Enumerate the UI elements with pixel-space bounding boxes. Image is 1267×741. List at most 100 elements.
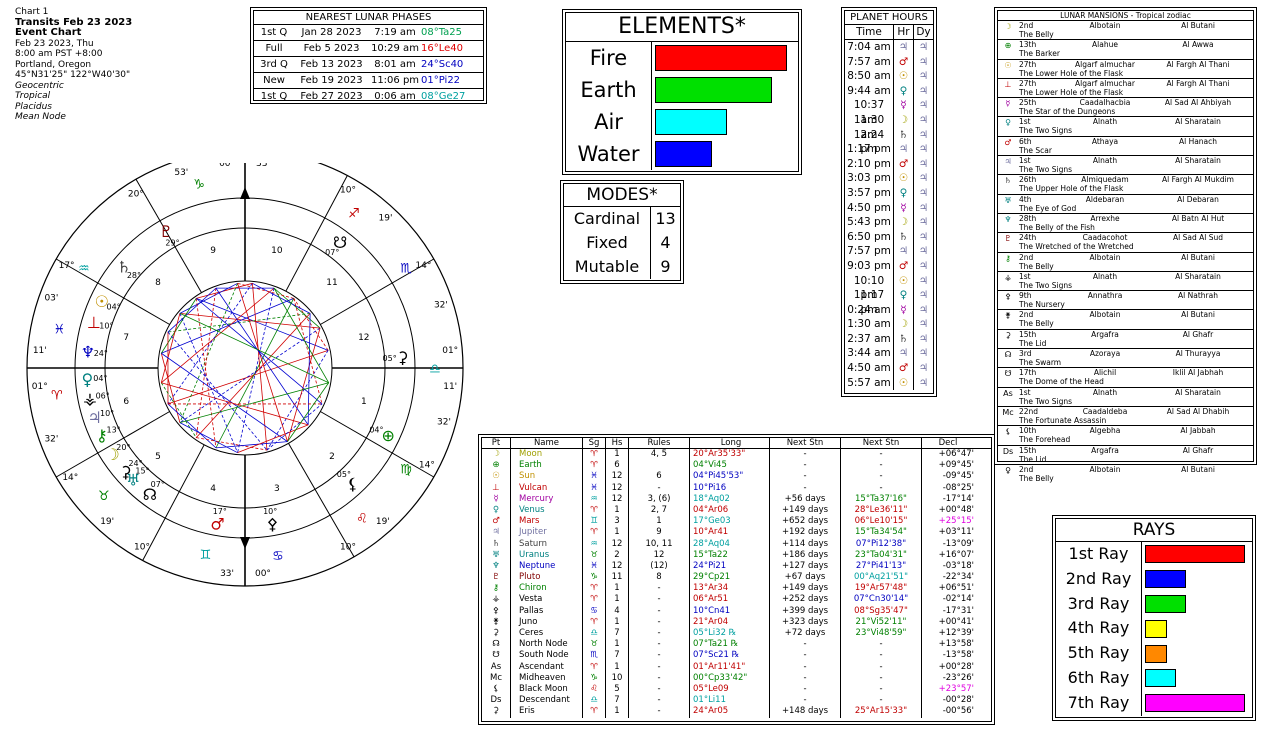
col-sign: Sg: [583, 438, 606, 448]
mansion-arabic-name: Alnath: [1092, 156, 1118, 166]
mansion-planet-glyph: ☿: [1005, 99, 1011, 109]
mansion-english-name: The Star of the Dungeons: [1019, 107, 1116, 117]
planet-rules: -: [629, 661, 690, 673]
planet-hour-row: 9:44 am ♀ ♃: [845, 83, 933, 99]
planet-sign-glyph: ♎: [583, 695, 606, 707]
mansion-planet-glyph: ⚷: [1005, 253, 1011, 263]
mansion-row: Ds 15th Argafra Al Ghafr The Lid: [998, 446, 1253, 465]
hour-ruler-glyph: ♃: [894, 346, 914, 362]
planet-glyph: ⚶: [482, 594, 511, 606]
mansion-row: ⚷ 2nd Albotain Al Butani The Belly: [998, 253, 1253, 272]
mansion-translit-name: Al Sad Al Sud: [1173, 233, 1223, 243]
planet-degree: 04°: [93, 374, 107, 383]
planet-rules: 12: [629, 549, 690, 561]
modes-panel: MODES* Cardinal 13 Fixed 4 Mutable 9: [560, 180, 684, 284]
planet-degree: 13°: [106, 425, 120, 434]
ray-label: 7th Ray: [1056, 690, 1142, 716]
day-ruler-glyph: ♃: [918, 362, 929, 375]
next-station-days: +127 days: [770, 560, 841, 573]
planet-sign-glyph: ♈: [583, 449, 606, 461]
next-station-days: +72 days: [770, 628, 841, 640]
planet-name: Earth: [511, 460, 583, 472]
planet-rules: -: [629, 706, 690, 718]
mansion-arabic-name: Caadalhacbia: [1079, 98, 1131, 108]
planet-name: Neptune: [511, 560, 583, 573]
planet-declination: -17°31': [942, 605, 974, 616]
mansion-arabic-name: Argafra: [1091, 329, 1119, 339]
planet-glyph: Mc: [482, 672, 511, 684]
ray-label: 3rd Ray: [1056, 591, 1142, 617]
planet-declination: +00°48': [938, 504, 974, 515]
day-ruler-glyph: ♃: [918, 113, 929, 126]
planet-sign-glyph: ♈: [583, 616, 606, 628]
phase-date: Feb 19 2023: [300, 75, 363, 86]
planet-hour-row: 1:17 pm ♃ ♃: [845, 142, 933, 157]
planet-declination: +06°51': [938, 583, 974, 594]
planet-rules: -: [629, 583, 690, 595]
elements-title: ELEMENTS*: [566, 13, 798, 42]
planet-house: 1: [606, 527, 629, 539]
planet-rules: 1: [629, 516, 690, 528]
phase-row: 1st Q Jan 28 2023 7:19 am 08°Ta25: [254, 25, 483, 41]
phase-row: 1st Q Feb 27 2023 0:06 am 08°Ge27: [254, 89, 483, 104]
planet-glyph: As: [482, 661, 511, 673]
ray-bar: [1145, 594, 1186, 613]
mode-value: 4: [660, 233, 671, 252]
planet-house: 7: [606, 695, 629, 707]
planet-longitude: 10°Cn41: [690, 605, 770, 617]
day-ruler-glyph: ♃: [918, 216, 929, 229]
phase-row: 3rd Q Feb 13 2023 8:01 am 24°Sc40: [254, 57, 483, 73]
zodiac-sign-glyph: ♑: [193, 178, 205, 193]
ray-row: 1st Ray: [1056, 542, 1252, 567]
cusp-degree-label: 03': [44, 294, 58, 304]
planet-sign-glyph: ♑: [583, 572, 606, 584]
day-ruler-glyph: ♃: [918, 84, 929, 97]
planet-rules: [629, 460, 690, 472]
planet-sign-glyph: ♏: [583, 650, 606, 662]
cusp-degree-label: 19': [100, 517, 114, 527]
next-station-days: -: [770, 482, 841, 494]
next-station-days: -: [770, 639, 841, 651]
element-label: Fire: [566, 42, 652, 74]
planet-hour-row: 5:43 pm ☽ ♃: [845, 215, 933, 230]
mansion-translit-name: Al Fargh Al Mukdim: [1162, 175, 1234, 185]
day-ruler-glyph: ♃: [918, 347, 929, 360]
planet-house: 4: [606, 605, 629, 617]
mansion-english-name: The Swarm: [1019, 358, 1062, 368]
planet-sign-glyph: ♈: [583, 706, 606, 718]
hour-time: 3:44 am: [845, 346, 894, 362]
mansion-english-name: The Barker: [1019, 49, 1060, 59]
mansion-row: ♀ 1st Alnath Al Sharatain The Two Signs: [998, 117, 1253, 137]
cusp-degree-label: 00°: [255, 569, 271, 579]
mansion-translit-name: Al Ghafr: [1182, 445, 1214, 455]
planet-degree: 07°: [325, 248, 339, 257]
mode-row: Cardinal 13: [564, 207, 680, 231]
ray-row: 2nd Ray: [1056, 566, 1252, 592]
ic-arrow: [240, 537, 250, 549]
day-ruler-glyph: ♃: [918, 332, 929, 345]
mansion-english-name: The Belly of the Fish: [1019, 222, 1095, 232]
house-number: 11: [326, 278, 337, 288]
mansion-row: ⚵ 2nd Albotain Al Butani The Belly: [998, 310, 1253, 330]
planet-degree: 17°: [213, 507, 227, 516]
chart-date: Feb 23 2023, Thu: [15, 38, 94, 49]
mansion-translit-name: Al Butani: [1181, 252, 1215, 262]
planet-glyph: ♅: [482, 549, 511, 561]
planet-longitude: 01°Li11: [690, 695, 770, 707]
day-ruler-glyph: ♃: [918, 318, 929, 331]
mansion-number: 17th: [1019, 368, 1037, 378]
hour-time: 2:37 am: [845, 331, 894, 347]
planet-sign-glyph: ♌: [583, 683, 606, 696]
mode-label: Fixed: [564, 231, 651, 255]
cusp-degree-label: 01°: [32, 382, 48, 392]
mansion-row: ☊ 3rd Azoraya Al Thurayya The Swarm: [998, 349, 1253, 369]
mansion-planet-glyph: ♂: [1004, 137, 1012, 147]
planet-name: Pallas: [511, 605, 583, 617]
planet-glyph: ☉: [482, 471, 511, 483]
planet-hour-row: 3:03 pm ☉ ♃: [845, 171, 933, 186]
planet-house: 12: [606, 482, 629, 494]
element-row: Water: [566, 138, 798, 170]
hour-ruler-glyph: ♃: [894, 40, 914, 55]
planet-declination: +12°39': [938, 628, 974, 638]
hour-ruler-glyph: ♀: [894, 288, 914, 303]
